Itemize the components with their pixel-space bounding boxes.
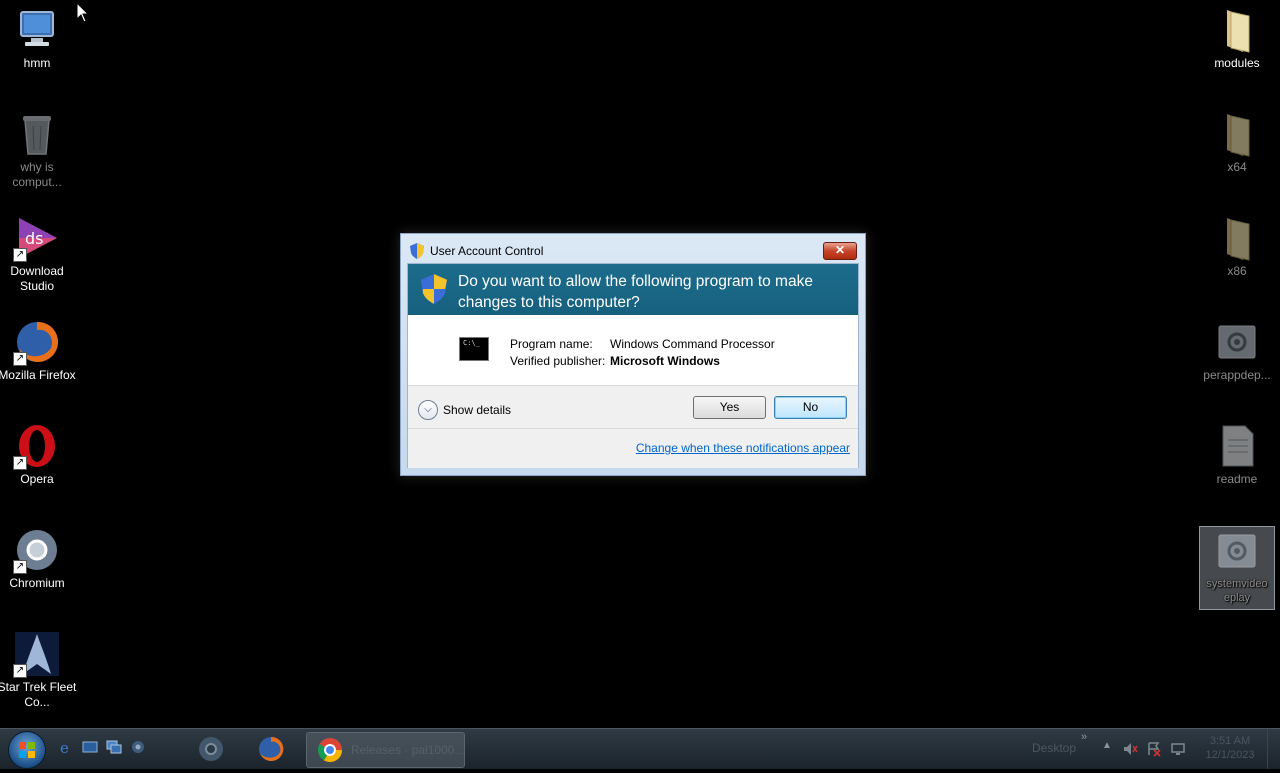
uac-client-area: Do you want to allow the following progr…	[407, 263, 859, 468]
chromium-quicklaunch-icon[interactable]	[130, 739, 146, 755]
taskbar: e Releases · pal1000... Desktop » ▲ 3:51…	[0, 728, 1280, 769]
desktop-icon-hmm[interactable]: hmm	[0, 6, 77, 71]
desktop-toolbar-label[interactable]: Desktop	[1032, 741, 1076, 755]
svg-text:ds: ds	[25, 229, 44, 248]
config-file-icon	[1213, 527, 1261, 575]
computer-icon	[13, 6, 61, 54]
desktop-icon-download-studio[interactable]: ds ↗ Download Studio	[0, 214, 77, 294]
uac-title: User Account Control	[430, 244, 544, 258]
text-file-icon	[1213, 422, 1261, 470]
show-desktop-button[interactable]	[1267, 729, 1280, 769]
shortcut-arrow-icon: ↗	[13, 560, 27, 574]
uac-question: Do you want to allow the following progr…	[458, 273, 813, 311]
desktop-icon-label: Mozilla Firefox	[0, 368, 76, 382]
desktop-icon-label: x64	[1227, 160, 1247, 174]
desktop-icon-label: Star Trek Fleet Co...	[0, 680, 77, 709]
network-icon[interactable]	[1170, 741, 1186, 757]
windows-logo-icon	[19, 742, 35, 758]
uac-actions: ⌵ Show details Yes No Change when these …	[408, 385, 858, 468]
desktop-icon-label: Chromium	[9, 576, 65, 590]
shortcut-arrow-icon: ↗	[13, 352, 27, 366]
internet-explorer-icon[interactable]: e	[58, 739, 74, 755]
desktop-icon-x86[interactable]: x86	[1197, 214, 1277, 279]
switch-windows-icon[interactable]	[106, 739, 122, 755]
close-icon: ✕	[834, 243, 846, 257]
star-trek-icon: ↗	[13, 630, 61, 678]
chrome-window-label: Releases · pal1000...	[351, 743, 465, 757]
firefox-icon: ↗	[13, 318, 61, 366]
opera-icon: ↗	[13, 422, 61, 470]
chromium-icon: ↗	[13, 526, 61, 574]
divider	[408, 428, 858, 429]
desktop-icon-label: modules	[1214, 56, 1260, 70]
download-studio-icon: ds ↗	[13, 214, 61, 262]
close-button[interactable]: ✕	[823, 242, 857, 260]
action-center-error-icon[interactable]	[1146, 741, 1162, 757]
config-file-icon	[1213, 318, 1261, 366]
folder-icon	[1213, 214, 1261, 262]
desktop-icon-label: Opera	[20, 472, 54, 486]
publisher-label: Verified publisher:	[510, 354, 606, 368]
uac-header: Do you want to allow the following progr…	[408, 264, 858, 315]
firefox-taskbar-icon[interactable]	[256, 734, 286, 764]
no-button[interactable]: No	[774, 396, 847, 419]
desktop-icon-label: why is comput...	[12, 160, 62, 189]
publisher-value: Microsoft Windows	[610, 354, 720, 368]
desktop-icon-label: readme	[1216, 472, 1258, 486]
command-prompt-icon: C:\_	[459, 337, 489, 361]
program-info: C:\_ Program name: Windows Command Proce…	[408, 315, 858, 385]
clock-time: 3:51 AM	[1209, 735, 1251, 747]
desktop-icon-firefox[interactable]: ↗ Mozilla Firefox	[0, 318, 77, 383]
desktop-icon-chromium[interactable]: ↗ Chromium	[0, 526, 77, 591]
shortcut-arrow-icon: ↗	[13, 664, 27, 678]
yes-button[interactable]: Yes	[693, 396, 766, 419]
show-desktop-icon[interactable]	[82, 739, 98, 755]
desktop-icon-label: x86	[1227, 264, 1247, 278]
mouse-cursor-icon	[76, 2, 90, 23]
desktop-icon-x64[interactable]: x64	[1197, 110, 1277, 175]
uac-dialog: User Account Control ✕ Do you want to al…	[400, 233, 866, 476]
clock-date: 12/1/2023	[1205, 749, 1255, 761]
desktop-icon-label: hmm	[23, 56, 51, 70]
desktop-icon-opera[interactable]: ↗ Opera	[0, 422, 77, 487]
chrome-window-button[interactable]: Releases · pal1000...	[306, 732, 465, 768]
folder-icon	[1213, 110, 1261, 158]
uac-shield-icon	[421, 274, 447, 304]
chrome-icon	[317, 738, 342, 763]
notification-settings-link[interactable]: Change when these notifications appear	[636, 441, 850, 455]
show-details-chevron-icon[interactable]: ⌵	[418, 400, 438, 420]
desktop-icon-systemvideo[interactable]: systemvideo eplay	[1199, 526, 1275, 610]
desktop-icon-label: Download Studio	[10, 264, 64, 293]
desktop-icon-label: perappdep...	[1203, 368, 1271, 382]
svg-text:e: e	[60, 739, 69, 755]
desktop-icon-label: systemvideo eplay	[1206, 578, 1268, 604]
folder-icon	[1213, 6, 1261, 54]
desktop-icon-modules[interactable]: modules	[1197, 6, 1277, 71]
shortcut-arrow-icon: ↗	[13, 248, 27, 262]
toolbar-overflow-icon[interactable]: »	[1081, 731, 1087, 743]
desktop-icon-star-trek[interactable]: ↗ Star Trek Fleet Co...	[0, 630, 77, 710]
volume-muted-icon[interactable]	[1122, 741, 1138, 757]
program-name-label: Program name:	[510, 337, 593, 351]
desktop-icon-readme[interactable]: readme	[1197, 422, 1277, 487]
cmd-icon-text: C:\_	[463, 339, 480, 347]
system-clock[interactable]: 3:51 AM 12/1/2023	[1200, 734, 1260, 762]
uac-titlebar[interactable]: User Account Control ✕	[401, 234, 865, 262]
chromium-taskbar-icon[interactable]	[196, 734, 226, 764]
show-hidden-icons-button[interactable]: ▲	[1102, 740, 1112, 751]
uac-shield-icon	[410, 243, 424, 259]
desktop-icon-perappdep[interactable]: perappdep...	[1197, 318, 1277, 383]
show-details-button[interactable]: Show details	[443, 403, 511, 417]
start-button[interactable]	[8, 731, 46, 769]
desktop-icon-recycle-bin[interactable]: why is comput...	[0, 110, 77, 190]
program-name-value: Windows Command Processor	[610, 337, 775, 351]
recycle-bin-icon	[13, 110, 61, 158]
shortcut-arrow-icon: ↗	[13, 456, 27, 470]
